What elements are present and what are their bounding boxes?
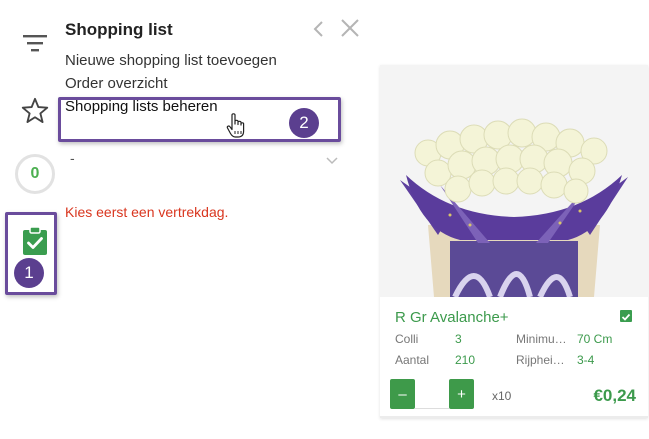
shopping-list-select[interactable]: -	[70, 150, 338, 170]
spec-label-minimum: Minimu…	[516, 332, 567, 346]
callout-badge-1: 1	[14, 258, 44, 288]
spec-label-aantal: Aantal	[395, 353, 430, 367]
departure-day-warning: Kies eerst een vertrekdag.	[65, 204, 229, 220]
menu-item-order-overview[interactable]: Order overzicht	[65, 75, 168, 92]
quantity-decrease-button[interactable]: –	[390, 379, 415, 409]
chevron-down-icon	[326, 153, 338, 165]
spec-value-rijpheid: 3-4	[577, 353, 595, 367]
product-price: €0,24	[593, 386, 636, 405]
quantity-input[interactable]	[415, 379, 449, 409]
product-image[interactable]	[380, 65, 648, 297]
product-name[interactable]: R Gr Avalanche+	[395, 309, 509, 326]
product-card: R Gr Avalanche+ Colli 3 Minimu… 70 Cm Aa…	[380, 65, 648, 418]
chevron-left-icon[interactable]	[311, 19, 325, 39]
menu-item-new-shopping-list[interactable]: Nieuwe shopping list toevoegen	[65, 52, 277, 69]
spec-value-minimum: 70 Cm	[577, 332, 613, 346]
quantity-multiplier: x10	[492, 389, 512, 403]
checkbox-checked-icon[interactable]	[620, 310, 632, 322]
spec-value-colli: 3	[455, 332, 462, 346]
star-icon[interactable]	[20, 96, 50, 124]
spec-label-rijpheid: Rijphei…	[516, 353, 565, 367]
spec-value-aantal: 210	[455, 353, 476, 367]
quantity-increase-button[interactable]: +	[449, 379, 474, 409]
shopping-list-count-badge[interactable]: 0	[15, 154, 55, 194]
shopping-list-page: 0 Shopping list Nieuwe shopping list toe…	[0, 0, 649, 439]
shopping-list-select-value: -	[70, 150, 75, 166]
close-icon[interactable]	[340, 18, 360, 38]
callout-badge-2: 2	[289, 108, 319, 138]
panel-title: Shopping list	[65, 20, 173, 39]
filter-icon[interactable]	[22, 33, 48, 53]
spec-label-colli: Colli	[395, 332, 419, 346]
